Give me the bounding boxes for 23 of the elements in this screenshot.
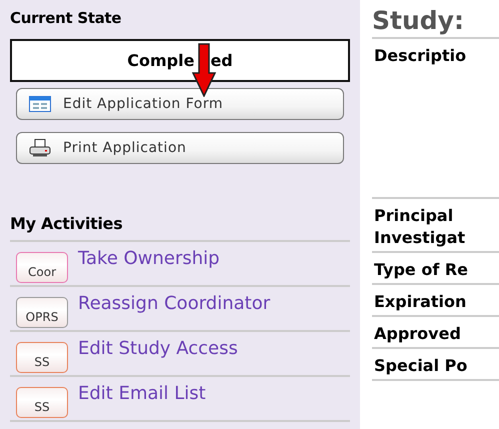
role-badge: Coor bbox=[16, 252, 68, 283]
form-icon bbox=[29, 96, 51, 112]
print-button[interactable]: Print Application bbox=[16, 132, 344, 164]
field-label: Type of Re bbox=[374, 259, 468, 281]
section-heading: My Activities bbox=[10, 214, 350, 242]
role-badge: SS bbox=[16, 387, 68, 418]
page-title: Study: bbox=[372, 6, 499, 39]
role-badge: OPRS bbox=[16, 297, 68, 328]
activity-link[interactable]: Edit Study Access bbox=[78, 338, 238, 359]
activity-link[interactable]: Edit Email List bbox=[78, 383, 206, 404]
printer-icon bbox=[29, 139, 51, 157]
field-label: Expiration bbox=[374, 291, 466, 313]
field-label: Principal Investigat bbox=[374, 205, 466, 249]
state-text: ed bbox=[210, 51, 233, 70]
section-heading: Current State bbox=[10, 9, 122, 27]
state-text: Comple bbox=[127, 51, 194, 70]
role-badge: SS bbox=[16, 342, 68, 373]
activity-link[interactable]: Take Ownership bbox=[78, 248, 220, 269]
activity-link[interactable]: Reassign Coordinator bbox=[78, 293, 270, 314]
edit-button[interactable]: Edit Application Form bbox=[16, 88, 344, 120]
field-label: Descriptio bbox=[374, 45, 466, 67]
field-label: Approved bbox=[374, 323, 461, 345]
field-label: Special Po bbox=[374, 355, 468, 377]
